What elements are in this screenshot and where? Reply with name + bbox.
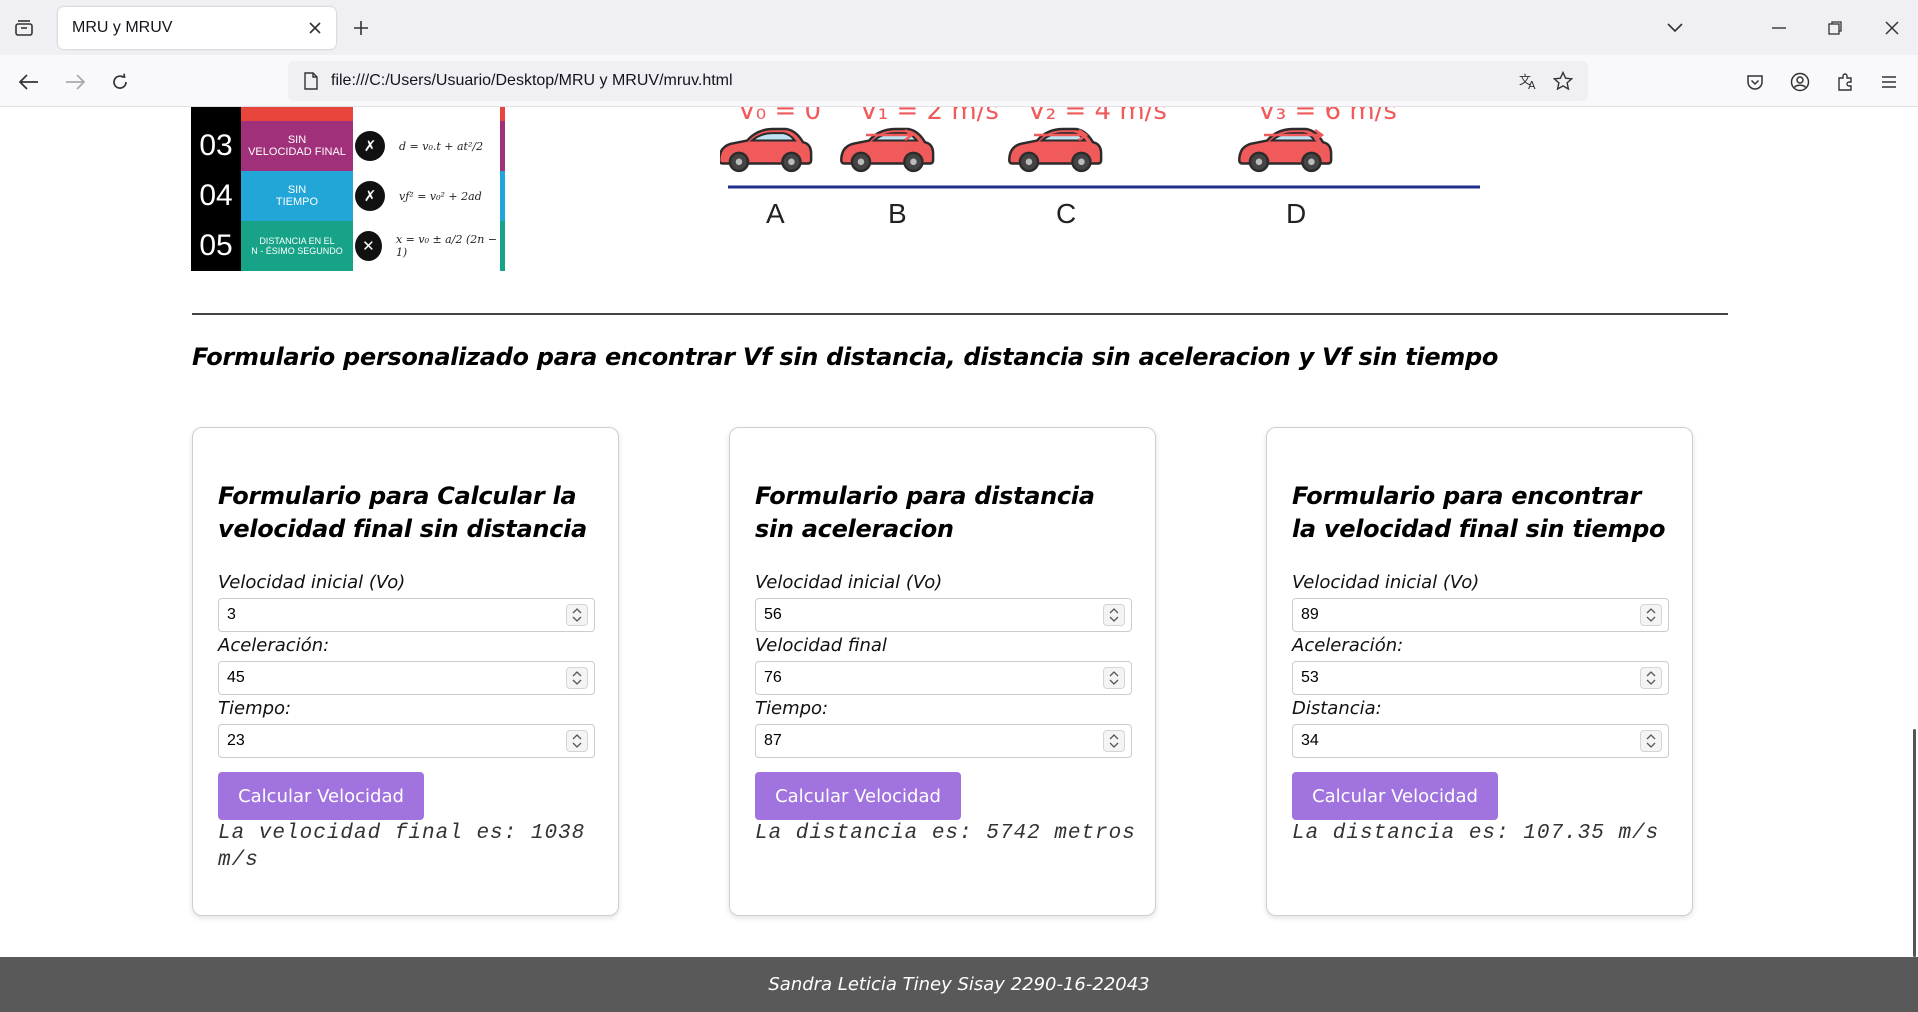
velocity-label: V₁ = 2 m/s <box>860 107 999 126</box>
minimize-icon[interactable] <box>1765 14 1793 42</box>
field-label: Velocidad inicial (Vo) <box>755 572 943 593</box>
initial-velocity-input[interactable]: 89 <box>1292 598 1669 632</box>
section-divider <box>192 313 1728 315</box>
tab-title: MRU y MRUV <box>72 19 173 36</box>
spinner-icon[interactable] <box>1103 667 1125 689</box>
section-heading: Formulario personalizado para encontrar … <box>192 343 1499 371</box>
form-card-final-velocity-no-distance: Formulario para Calcular la velocidad fi… <box>192 427 619 916</box>
infographic-row: 03 SIN VELOCIDAD FINAL ✗ d = v₀.t + at²/… <box>191 121 505 171</box>
acceleration-input[interactable]: 53 <box>1292 661 1669 695</box>
point-label: A <box>766 198 785 229</box>
row-label: SIN VELOCIDAD FINAL <box>241 121 353 171</box>
velocity-label: V₃ = 6 m/s <box>1258 107 1397 126</box>
field-label: Velocidad inicial (Vo) <box>1292 572 1480 593</box>
result-text: La velocidad final es: 1038 m/s <box>218 822 586 872</box>
row-number: 04 <box>199 179 233 212</box>
initial-velocity-input[interactable]: 56 <box>755 598 1132 632</box>
velocity-label: V₂ = 4 m/s <box>1028 107 1167 126</box>
time-input[interactable]: 87 <box>755 724 1132 758</box>
spinner-icon[interactable] <box>1640 730 1662 752</box>
back-icon[interactable] <box>14 67 44 97</box>
tab-list-icon[interactable] <box>12 16 36 40</box>
initial-velocity-input[interactable]: 3 <box>218 598 595 632</box>
calculate-button[interactable]: Calcular Velocidad <box>1292 772 1498 820</box>
field-label: Tiempo: <box>755 698 829 719</box>
restore-icon[interactable] <box>1821 14 1849 42</box>
calculate-button[interactable]: Calcular Velocidad <box>218 772 424 820</box>
url-text: file:///C:/Users/Usuario/Desktop/MRU y M… <box>331 72 733 89</box>
form-card-final-velocity-no-time: Formulario para encontrar la velocidad f… <box>1266 427 1693 916</box>
spinner-icon[interactable] <box>566 667 588 689</box>
account-icon[interactable] <box>1785 67 1815 97</box>
reload-icon[interactable] <box>105 67 135 97</box>
formula: x = v₀ ± a/2 (2n − 1) <box>395 233 498 259</box>
menu-icon[interactable] <box>1874 67 1904 97</box>
infographic-row: 04 SIN TIEMPO ✗ vƒ² = v₀² + 2ad <box>191 171 505 221</box>
browser-tab[interactable]: MRU y MRUV <box>58 7 336 49</box>
svg-text:A: A <box>1528 79 1536 90</box>
distance-input[interactable]: 34 <box>1292 724 1669 758</box>
calculate-button[interactable]: Calcular Velocidad <box>755 772 961 820</box>
page-content: 03 SIN VELOCIDAD FINAL ✗ d = v₀.t + at²/… <box>0 107 1918 1012</box>
x-circle-icon: ✕ <box>355 231 382 261</box>
field-label: Velocidad inicial (Vo) <box>218 572 406 593</box>
velocity-label: V₀ = 0 <box>738 107 821 126</box>
accelerating-car-diagram: V₀ = 0 A V₁ = 2 m/s B V₂ = 4 m/s C V₃ = 6 m/s D <box>718 107 1490 237</box>
infographic-row: 05 DISTANCIA EN EL N - ÉSIMO SEGUNDO ✕ x… <box>191 221 505 271</box>
field-label: Tiempo: <box>218 698 292 719</box>
formula: d = v₀.t + at²/2 <box>399 139 484 153</box>
final-velocity-input[interactable]: 76 <box>755 661 1132 695</box>
pocket-icon[interactable] <box>1740 67 1770 97</box>
field-label: Velocidad final <box>755 635 887 656</box>
close-tab-icon[interactable] <box>304 17 326 39</box>
form-card-distance-no-acceleration: Formulario para distancia sin aceleracio… <box>729 427 1156 916</box>
row-label: DISTANCIA EN EL N - ÉSIMO SEGUNDO <box>241 221 353 271</box>
list-all-tabs-icon[interactable] <box>1661 14 1689 42</box>
field-label: Aceleración: <box>218 635 330 656</box>
formula: vƒ² = v₀² + 2ad <box>399 189 482 203</box>
cars-layer: V₀ = 0 A V₁ = 2 m/s B V₂ = 4 m/s C V₃ = 6 m/s D <box>718 107 1397 229</box>
scrollbar[interactable] <box>1913 729 1916 957</box>
file-icon <box>300 70 322 92</box>
address-bar[interactable]: file:///C:/Users/Usuario/Desktop/MRU y M… <box>288 61 1588 101</box>
card-title: Formulario para encontrar la velocidad f… <box>1292 482 1666 543</box>
row-label: SIN TIEMPO <box>241 171 353 221</box>
row-number: 05 <box>199 229 233 262</box>
spinner-icon[interactable] <box>1640 667 1662 689</box>
spinner-icon[interactable] <box>1103 604 1125 626</box>
translate-icon[interactable]: 文A <box>1518 70 1540 92</box>
mruv-formulas-infographic: 03 SIN VELOCIDAD FINAL ✗ d = v₀.t + at²/… <box>191 107 505 271</box>
field-label: Aceleración: <box>1292 635 1404 656</box>
result-text: La distancia es: 5742 metros <box>755 822 1136 845</box>
car-A <box>718 127 813 173</box>
card-title: Formulario para Calcular la velocidad fi… <box>218 482 587 543</box>
spinner-icon[interactable] <box>1640 604 1662 626</box>
new-tab-icon[interactable] <box>349 16 373 40</box>
infographic-row-02-remnant <box>241 107 353 121</box>
footer-author: Sandra Leticia Tiney Sisay 2290-16-22043 <box>768 974 1150 995</box>
navigation-bar: file:///C:/Users/Usuario/Desktop/MRU y M… <box>0 55 1918 107</box>
bookmark-star-icon[interactable] <box>1552 70 1574 92</box>
result-text: La distancia es: 107.35 m/s <box>1292 822 1660 845</box>
acceleration-input[interactable]: 45 <box>218 661 595 695</box>
extensions-icon[interactable] <box>1830 67 1860 97</box>
no-velocity-icon: ✗ <box>355 131 385 161</box>
card-title: Formulario para distancia sin aceleracio… <box>755 482 1095 543</box>
car-diagram-svg: V₀ = 0 A V₁ = 2 m/s B V₂ = 4 m/s C V₃ = 6 m/s D <box>718 107 1480 229</box>
point-label: D <box>1286 198 1306 229</box>
point-label: B <box>888 198 907 229</box>
no-time-icon: ✗ <box>355 181 385 211</box>
forward-icon[interactable] <box>60 67 90 97</box>
spinner-icon[interactable] <box>566 604 588 626</box>
row-number: 03 <box>199 129 233 162</box>
spinner-icon[interactable] <box>566 730 588 752</box>
point-label: C <box>1056 198 1076 229</box>
footer: Sandra Leticia Tiney Sisay 2290-16-22043 <box>0 957 1918 1012</box>
time-input[interactable]: 23 <box>218 724 595 758</box>
close-window-icon[interactable] <box>1878 14 1906 42</box>
tab-bar: MRU y MRUV <box>0 0 1918 55</box>
spinner-icon[interactable] <box>1103 730 1125 752</box>
field-label: Distancia: <box>1292 698 1382 719</box>
